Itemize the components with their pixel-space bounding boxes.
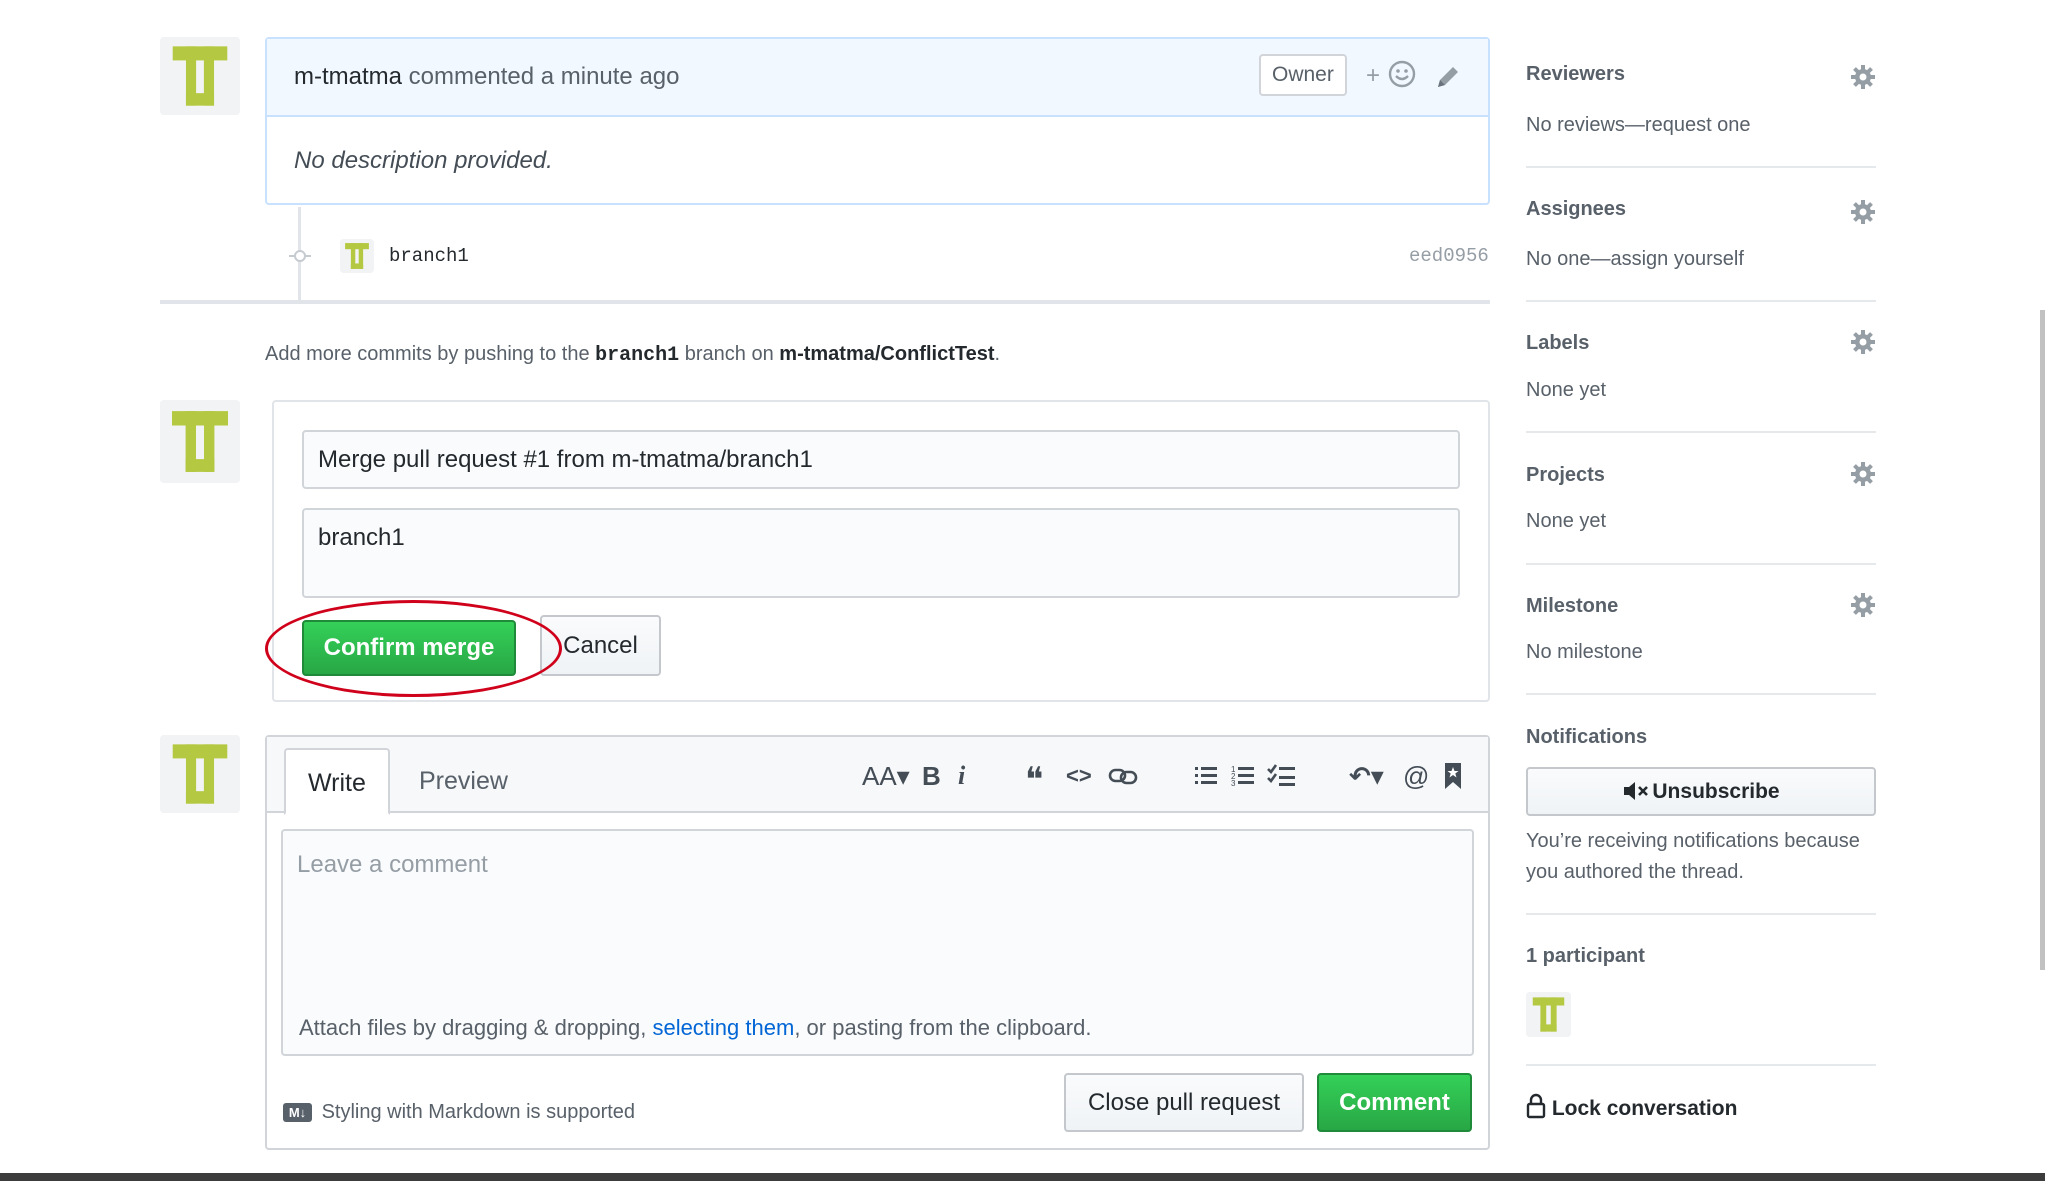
attach-prefix: Attach files by dragging & dropping,: [299, 1015, 647, 1040]
gear-icon[interactable]: [1850, 461, 1876, 487]
push-hint-repo-link[interactable]: m-tmatma/ConflictTest: [779, 343, 994, 365]
unsubscribe-label: Unsubscribe: [1652, 780, 1780, 803]
composer-header: Write Preview AA▾ B i ❝ <> 1 2 3 ↶▾ @: [267, 737, 1488, 815]
assignees-value[interactable]: No one—assign yourself: [1526, 248, 1744, 271]
author-avatar[interactable]: [160, 37, 240, 115]
push-hint-suffix: .: [994, 343, 1001, 365]
identicon-icon: [160, 401, 240, 482]
participant-avatar[interactable]: [1526, 992, 1571, 1037]
ordered-list-icon[interactable]: 1 2 3: [1230, 763, 1256, 789]
gear-icon[interactable]: [1850, 64, 1876, 90]
sidebar-divider: [1526, 1064, 1876, 1066]
gear-icon[interactable]: [1850, 329, 1876, 355]
attach-suffix: , or pasting from the clipboard.: [794, 1015, 1092, 1040]
commit-author-avatar[interactable]: [340, 239, 374, 273]
select-files-link[interactable]: selecting them: [652, 1015, 794, 1040]
bookmark-icon[interactable]: [1443, 761, 1463, 791]
comment-body-text: No description provided.: [294, 147, 553, 174]
markdown-icon: M↓: [283, 1103, 312, 1122]
unsubscribe-button[interactable]: Unsubscribe: [1526, 767, 1876, 816]
identicon-icon: [340, 239, 374, 273]
annotation-highlight-ellipse: [265, 600, 562, 697]
page-scrollbar[interactable]: [2040, 310, 2045, 970]
merge-avatar[interactable]: [160, 400, 240, 483]
comment-author-link[interactable]: m-tmatma: [294, 63, 402, 90]
projects-heading[interactable]: Projects: [1526, 464, 1605, 487]
commit-message-link[interactable]: branch1: [389, 245, 469, 267]
add-reaction-button[interactable]: +: [1366, 59, 1417, 90]
pencil-icon[interactable]: [1434, 63, 1462, 91]
pr-description-comment: m-tmatma commented a minute ago Owner + …: [265, 37, 1490, 205]
mute-icon: [1624, 782, 1649, 800]
labels-heading[interactable]: Labels: [1526, 332, 1589, 355]
sidebar-divider: [1526, 563, 1876, 565]
sidebar-divider: [1526, 913, 1876, 915]
notifications-heading: Notifications: [1526, 726, 1648, 748]
participants-heading: 1 participant: [1526, 945, 1645, 967]
identicon-icon: [161, 735, 239, 813]
projects-value: None yet: [1526, 510, 1607, 532]
milestone-value: No milestone: [1526, 641, 1643, 663]
labels-value: None yet: [1526, 379, 1607, 401]
identicon-icon: [161, 37, 239, 115]
push-hint-middle: branch on: [684, 343, 774, 365]
mention-tool-button[interactable]: @: [1403, 761, 1429, 791]
smiley-icon: [1388, 60, 1415, 88]
saved-reply-button[interactable]: ↶▾: [1349, 761, 1384, 791]
push-hint-branch: branch1: [595, 344, 680, 367]
lock-conversation-label: Lock conversation: [1551, 1097, 1738, 1120]
comment-submit-button[interactable]: Comment: [1317, 1073, 1472, 1132]
reviewers-value[interactable]: No reviews—request one: [1526, 114, 1751, 137]
markdown-note[interactable]: M↓ Styling with Markdown is supported: [283, 1101, 635, 1124]
lock-conversation-link[interactable]: Lock conversation: [1526, 1093, 1737, 1121]
reaction-plus: +: [1366, 62, 1381, 89]
lock-icon: [1526, 1093, 1546, 1119]
merge-message-textarea[interactable]: branch1: [302, 508, 1460, 598]
gear-icon[interactable]: [1850, 592, 1876, 618]
sidebar-divider: [1526, 693, 1876, 695]
composer-avatar[interactable]: [160, 735, 240, 813]
tab-preview[interactable]: Preview: [397, 748, 530, 815]
task-list-icon[interactable]: [1267, 763, 1297, 789]
close-pull-request-button[interactable]: Close pull request: [1064, 1073, 1304, 1132]
bold-tool-button[interactable]: B: [922, 761, 941, 791]
comment-byline: m-tmatma commented a minute ago: [294, 63, 680, 91]
milestone-heading[interactable]: Milestone: [1526, 595, 1618, 618]
assignees-heading[interactable]: Assignees: [1526, 198, 1626, 221]
comment-header: m-tmatma commented a minute ago Owner +: [267, 39, 1488, 117]
comment-composer: Write Preview AA▾ B i ❝ <> 1 2 3 ↶▾ @ Le…: [265, 735, 1490, 1150]
push-hint: Add more commits by pushing to the branc…: [265, 343, 1000, 367]
reviewers-heading[interactable]: Reviewers: [1526, 63, 1625, 86]
notification-reason-line2: you authored the thread.: [1526, 861, 1744, 883]
svg-text:3: 3: [1231, 779, 1236, 788]
comment-textarea[interactable]: Leave a comment: [281, 829, 1474, 1004]
push-hint-prefix: Add more commits by pushing to the: [265, 343, 590, 365]
notification-reason-line1: You’re receiving notifications because: [1526, 830, 1860, 852]
commit-icon: [289, 250, 311, 262]
gear-icon[interactable]: [1850, 199, 1876, 225]
owner-badge: Owner: [1259, 54, 1347, 96]
commit-sha-link[interactable]: eed0956: [1409, 245, 1489, 267]
sidebar-divider: [1526, 300, 1876, 302]
attach-files-bar[interactable]: Attach files by dragging & dropping, sel…: [281, 1002, 1474, 1056]
tab-write[interactable]: Write: [284, 748, 390, 815]
markdown-note-text: Styling with Markdown is supported: [321, 1101, 636, 1123]
comment-timestamp[interactable]: commented a minute ago: [409, 63, 680, 90]
quote-tool-button[interactable]: ❝: [1025, 761, 1043, 799]
unordered-list-icon[interactable]: [1193, 763, 1219, 789]
link-tool-icon[interactable]: [1108, 764, 1138, 788]
sidebar-divider: [1526, 431, 1876, 433]
identicon-icon: [1526, 992, 1571, 1037]
merge-title-input[interactable]: Merge pull request #1 from m-tmatma/bran…: [302, 430, 1460, 489]
timeline-divider: [160, 300, 1490, 304]
window-bottom-edge: [0, 1173, 2045, 1181]
sidebar-divider: [1526, 166, 1876, 168]
italic-tool-button[interactable]: i: [958, 761, 965, 791]
code-tool-button[interactable]: <>: [1066, 761, 1092, 791]
heading-tool-button[interactable]: AA▾: [862, 761, 910, 791]
